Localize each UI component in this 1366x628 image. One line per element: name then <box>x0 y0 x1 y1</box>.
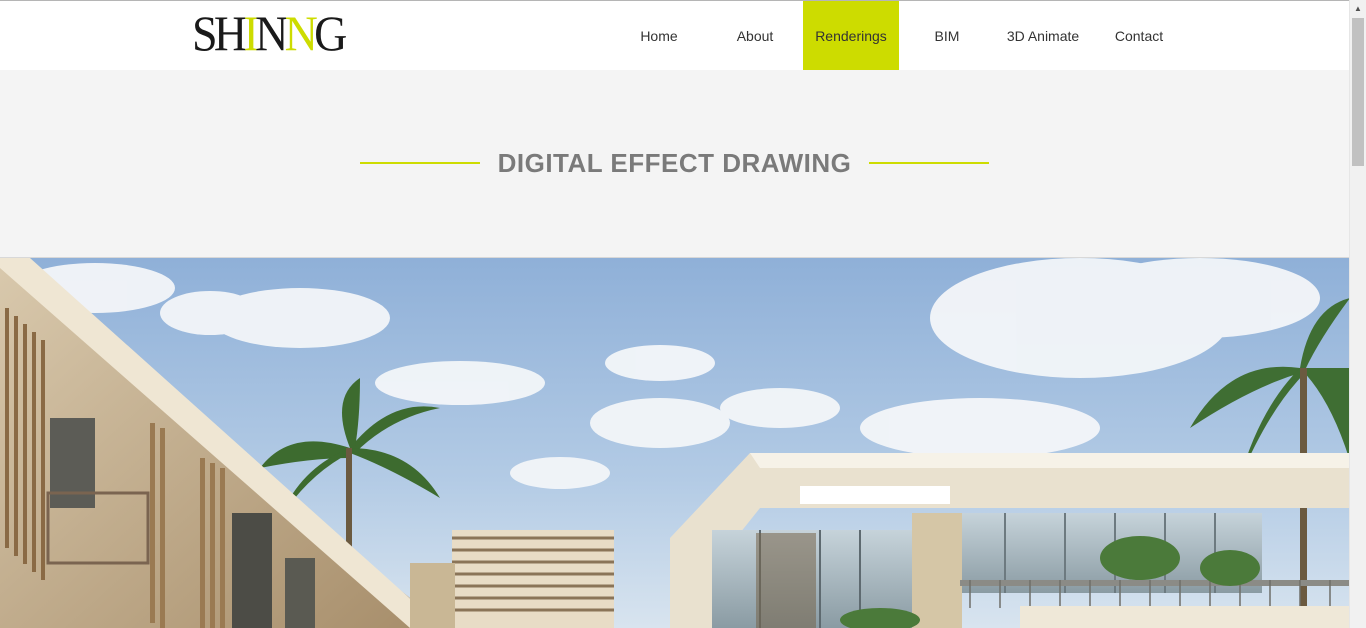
logo-text-i: I <box>243 5 258 61</box>
site-header: SHINNG Home About Renderings BIM 3D Anim… <box>0 1 1349 70</box>
vertical-scrollbar[interactable]: ▲ <box>1349 0 1366 628</box>
logo-text-n2: N <box>284 5 318 61</box>
logo-text-g: G <box>314 5 347 61</box>
title-line-right <box>869 162 990 164</box>
section-title: DIGITAL EFFECT DRAWING <box>497 148 852 178</box>
nav-item-contact[interactable]: Contact <box>1091 1 1187 70</box>
scroll-thumb[interactable] <box>1352 18 1364 166</box>
nav-item-home[interactable]: Home <box>611 1 707 70</box>
logo-text-sh: SH <box>192 5 247 61</box>
main-nav: Home About Renderings BIM 3D Animate Con… <box>611 1 1187 70</box>
nav-item-renderings[interactable]: Renderings <box>803 1 899 70</box>
title-line-left <box>359 162 480 164</box>
site-logo[interactable]: SHINNG <box>192 5 347 61</box>
hero-rendering-image <box>0 258 1349 628</box>
title-band: DIGITAL EFFECT DRAWING <box>0 70 1349 258</box>
logo-text-n1: N <box>255 5 288 61</box>
nav-item-about[interactable]: About <box>707 1 803 70</box>
scroll-up-arrow-icon[interactable]: ▲ <box>1350 0 1366 17</box>
nav-item-3d-animate[interactable]: 3D Animate <box>995 1 1091 70</box>
section-title-row: DIGITAL EFFECT DRAWING <box>0 148 1349 178</box>
architecture-rendering-image <box>0 258 1349 628</box>
nav-item-bim[interactable]: BIM <box>899 1 995 70</box>
page: SHINNG Home About Renderings BIM 3D Anim… <box>0 0 1366 628</box>
